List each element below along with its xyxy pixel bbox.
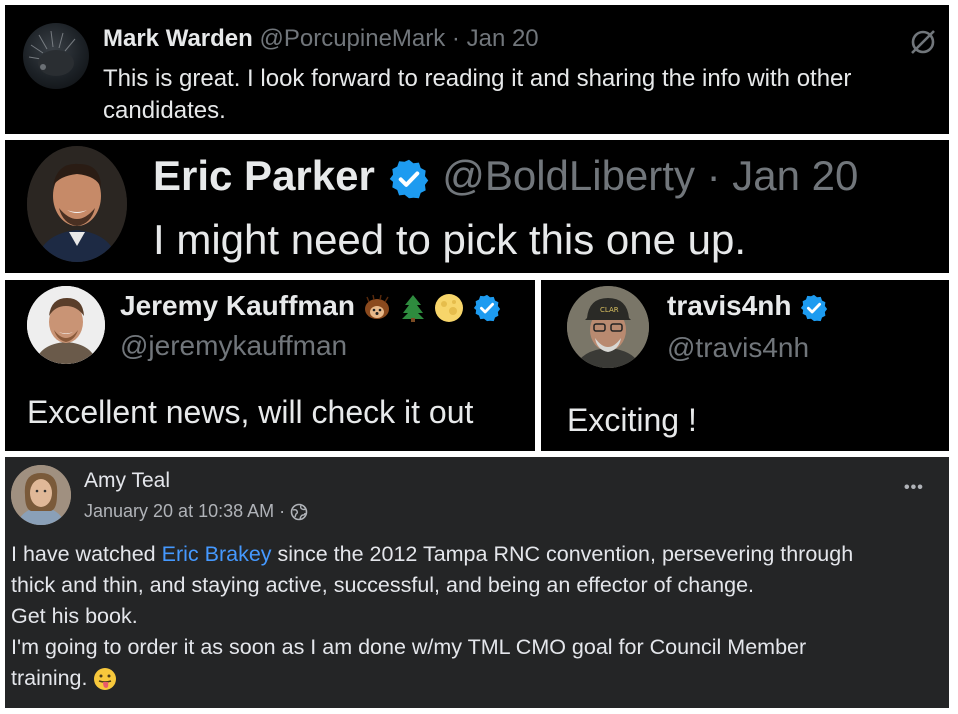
- post-text-line: thick and thin, and staying active, succ…: [11, 573, 755, 597]
- verified-badge-icon: [472, 293, 502, 323]
- author-handle[interactable]: @PorcupineMark: [259, 25, 445, 52]
- post-header: travis4nh: [667, 288, 829, 324]
- post-text-line: I'm going to order it as soon as I am do…: [11, 635, 807, 659]
- post-header: Jeremy Kauffman: [120, 288, 502, 324]
- post-text: I have watched Eric Brakey since the 201…: [11, 539, 853, 694]
- verified-badge-icon: [799, 293, 829, 323]
- author-name[interactable]: Amy Teal: [84, 469, 170, 493]
- hedgehog-icon: [363, 294, 391, 322]
- evergreen-tree-icon: [399, 294, 427, 322]
- post-amy-teal: Amy Teal January 20 at 10:38 AM · ••• I …: [5, 457, 949, 708]
- author-name[interactable]: Mark Warden: [103, 25, 253, 52]
- more-options-button[interactable]: •••: [904, 479, 924, 497]
- avatar-travis4nh[interactable]: CLAR: [567, 286, 649, 368]
- date-separator: ·: [451, 25, 460, 52]
- text-fragment: since the 2012 Tampa RNC convention, per…: [271, 542, 854, 566]
- post-jeremy-kauffman: Jeremy Kauffman @jeremykauffman Excellen…: [5, 280, 535, 451]
- post-text-line: I have watched Eric Brakey since the 201…: [11, 539, 853, 570]
- post-travis4nh: CLAR travis4nh @travis4nh Exciting !: [541, 280, 949, 451]
- author-handle[interactable]: @jeremykauffman: [120, 328, 347, 364]
- author-handle[interactable]: @BoldLiberty: [442, 152, 695, 199]
- author-name[interactable]: travis4nh: [667, 290, 792, 321]
- post-text: Excellent news, will check it out: [27, 394, 474, 430]
- tongue-face-emoji-icon: [93, 667, 117, 691]
- post-text: I might need to pick this one up.: [153, 216, 747, 263]
- post-text: Exciting !: [567, 402, 697, 438]
- full-moon-icon: [434, 293, 464, 323]
- avatar-eric-parker[interactable]: [27, 146, 127, 262]
- post-meta: January 20 at 10:38 AM ·: [84, 501, 308, 522]
- meta-separator: ·: [279, 501, 286, 521]
- post-text-line: candidates.: [103, 97, 226, 124]
- svg-text:CLAR: CLAR: [600, 306, 619, 314]
- post-header: Eric Parker @BoldLiberty · Jan 20: [153, 150, 858, 202]
- author-name[interactable]: Jeremy Kauffman: [120, 290, 355, 321]
- post-eric-parker: Eric Parker @BoldLiberty · Jan 20 I migh…: [5, 140, 949, 273]
- avatar-amy-teal[interactable]: [11, 465, 71, 525]
- post-header: Mark Warden @PorcupineMark · Jan 20: [103, 25, 539, 53]
- post-date[interactable]: Jan 20: [732, 152, 858, 199]
- post-text-line: Get his book.: [11, 604, 138, 628]
- post-timestamp[interactable]: January 20 at 10:38 AM: [84, 501, 274, 521]
- post-mark-warden: Mark Warden @PorcupineMark · Jan 20 This…: [5, 5, 949, 134]
- post-text-line: This is great. I look forward to reading…: [103, 65, 852, 92]
- avatar-mark-warden[interactable]: [23, 23, 89, 89]
- mention-link[interactable]: Eric Brakey: [162, 542, 272, 566]
- text-fragment: I have watched: [11, 542, 162, 566]
- date-separator: ·: [706, 152, 721, 199]
- post-text: This is great. I look forward to reading…: [103, 63, 851, 127]
- author-handle[interactable]: @travis4nh: [667, 330, 809, 366]
- grok-slash-icon[interactable]: [908, 27, 938, 57]
- verified-badge-icon: [387, 157, 431, 201]
- author-name[interactable]: Eric Parker: [153, 152, 375, 199]
- post-date[interactable]: Jan 20: [467, 25, 539, 52]
- post-text-line: training.: [11, 663, 853, 694]
- text-fragment: training.: [11, 666, 88, 690]
- avatar-jeremy-kauffman[interactable]: [27, 286, 105, 364]
- globe-icon[interactable]: [290, 503, 308, 521]
